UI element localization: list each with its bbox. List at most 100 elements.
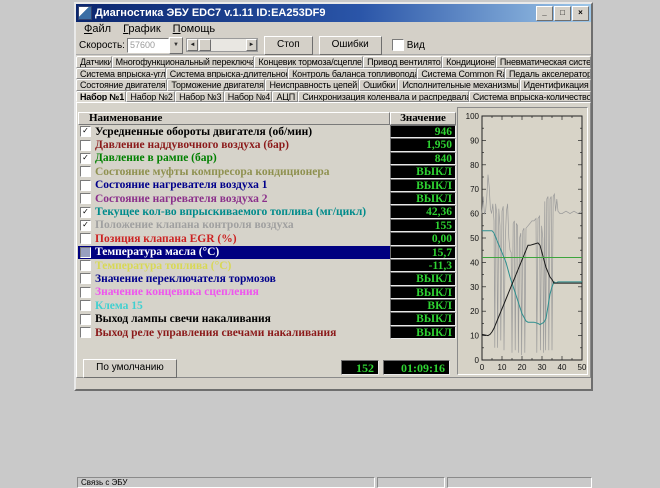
- row-checkbox[interactable]: ✓: [80, 220, 91, 231]
- tab-errors[interactable]: Ошибки: [359, 79, 398, 91]
- row-checkbox[interactable]: ✓: [80, 153, 91, 164]
- tab-datchiki[interactable]: Датчики: [76, 56, 112, 68]
- row-label-area[interactable]: Состояние нагревателя воздуха 1: [78, 179, 390, 192]
- table-row[interactable]: Температура масла (°C)15,7: [78, 246, 456, 259]
- row-label-area[interactable]: ✓Текущее кол-во впрыскиваемого топлива (…: [78, 205, 390, 218]
- tab-set-3[interactable]: Набор №3: [175, 91, 224, 103]
- tab-fuel-balance-control[interactable]: Контроль баланса топливоподачи: [288, 68, 417, 80]
- speed-label: Скорость:: [79, 40, 125, 51]
- tab-set-2[interactable]: Набор №2: [126, 91, 175, 103]
- tab-identification[interactable]: Идентификация: [520, 79, 591, 91]
- row-label-area[interactable]: ✓Усредненные обороты двигателя (об/мин): [78, 125, 390, 138]
- tab-injection-duration[interactable]: Система впрыска-длительность: [166, 68, 288, 80]
- tab-multifunction-switch[interactable]: Многофункциональный переключатель: [112, 56, 255, 68]
- row-checkbox[interactable]: [80, 140, 91, 151]
- menu-file[interactable]: Файл: [78, 23, 117, 36]
- tab-circuit-fault[interactable]: Неисправность цепей: [265, 79, 359, 91]
- tab-crank-cam-sync[interactable]: Синхронизация коленвала и распредвала: [298, 91, 469, 103]
- row-label: Клема 15: [95, 300, 143, 312]
- table-row[interactable]: Позиция клапана EGR (%)0,00: [78, 232, 456, 245]
- scrollbar-track[interactable]: [211, 39, 246, 51]
- row-label-area[interactable]: Давление наддувочного воздуха (бар): [78, 138, 390, 151]
- tab-engine-braking[interactable]: Торможение двигателя: [167, 79, 265, 91]
- row-checkbox[interactable]: [80, 300, 91, 311]
- row-label-area[interactable]: Состояние нагревателя воздуха 2: [78, 192, 390, 205]
- tab-adc[interactable]: АЦП: [272, 91, 298, 103]
- row-checkbox[interactable]: [80, 233, 91, 244]
- row-checkbox[interactable]: [80, 327, 91, 338]
- svg-text:60: 60: [470, 210, 479, 219]
- row-checkbox[interactable]: [80, 260, 91, 271]
- default-button[interactable]: По умолчанию: [83, 359, 177, 378]
- tab-set-4[interactable]: Набор №4: [224, 91, 273, 103]
- row-label-area[interactable]: ✓Положение клапана контроля воздуха: [78, 219, 390, 232]
- view-checkbox[interactable]: Вид: [392, 39, 425, 51]
- window-title: Диагностика ЭБУ EDC7 v.1.11 ID:EA253DF9: [95, 7, 535, 19]
- row-checkbox[interactable]: [80, 273, 91, 284]
- row-label-area[interactable]: Выход лампы свечи накаливания: [78, 312, 390, 325]
- row-label-area[interactable]: Значение переключателя тормозов: [78, 272, 390, 285]
- stop-button[interactable]: Стоп: [264, 36, 313, 55]
- row-label-area[interactable]: ✓Давление в рампе (бар): [78, 152, 390, 165]
- table-row[interactable]: Выход лампы свечи накаливанияВЫКЛ: [78, 312, 456, 325]
- table-row[interactable]: ✓Текущее кол-во впрыскиваемого топлива (…: [78, 205, 456, 218]
- table-row[interactable]: Температура топлива (°C)-11,3: [78, 259, 456, 272]
- row-label-area[interactable]: Температура топлива (°C): [78, 259, 390, 272]
- table-row[interactable]: Состояние муфты компресора кондиционераВ…: [78, 165, 456, 178]
- table-row[interactable]: Состояние нагревателя воздуха 2ВЫКЛ: [78, 192, 456, 205]
- table-row[interactable]: ✓Усредненные обороты двигателя (об/мин)9…: [78, 125, 456, 138]
- menu-graph[interactable]: График: [117, 23, 167, 36]
- title-bar[interactable]: Диагностика ЭБУ EDC7 v.1.11 ID:EA253DF9 …: [76, 4, 591, 22]
- row-label-area[interactable]: Позиция клапана EGR (%): [78, 232, 390, 245]
- tab-engine-state[interactable]: Состояние двигателя: [76, 79, 167, 91]
- speed-scrollbar[interactable]: ◄ ►: [186, 38, 258, 52]
- row-checkbox[interactable]: ✓: [80, 126, 91, 137]
- table-row[interactable]: Клема 15ВКЛ: [78, 299, 456, 312]
- tab-actuators[interactable]: Исполнительные механизмы: [398, 79, 519, 91]
- status-pane-2: [377, 477, 445, 488]
- scroll-right-icon[interactable]: ►: [246, 39, 257, 51]
- row-checkbox[interactable]: [80, 247, 91, 258]
- tab-injection-quantity[interactable]: Система впрыска-количество: [469, 91, 591, 103]
- row-label-area[interactable]: Состояние муфты компресора кондиционера: [78, 165, 390, 178]
- table-row[interactable]: Выход реле управления свечами накаливани…: [78, 326, 456, 339]
- row-label-area[interactable]: Клема 15: [78, 299, 390, 312]
- tab-injection-angles[interactable]: Система впрыска-углы: [76, 68, 166, 80]
- row-checkbox[interactable]: [80, 166, 91, 177]
- menu-help[interactable]: Помощь: [167, 23, 222, 36]
- row-checkbox[interactable]: [80, 314, 91, 325]
- scroll-left-icon[interactable]: ◄: [187, 39, 198, 51]
- row-checkbox[interactable]: ✓: [80, 207, 91, 218]
- row-label-area[interactable]: Значение концевика сцепления: [78, 286, 390, 299]
- tab-pneumatic-system[interactable]: Пневматическая система: [496, 56, 591, 68]
- row-label-area[interactable]: Температура масла (°C): [78, 246, 390, 259]
- tab-brake-clutch-switch[interactable]: Концевик тормоза/сцепления: [254, 56, 363, 68]
- table-row[interactable]: Значение переключателя тормозовВЫКЛ: [78, 272, 456, 285]
- row-checkbox[interactable]: [80, 180, 91, 191]
- tab-fan-drive[interactable]: Привод вентилятора: [363, 56, 442, 68]
- row-checkbox[interactable]: [80, 287, 91, 298]
- combobox-dropdown-icon[interactable]: ▼: [169, 37, 183, 54]
- tab-common-rail[interactable]: Система Common Rail: [417, 68, 505, 80]
- maximize-button[interactable]: □: [554, 6, 571, 21]
- svg-text:0: 0: [475, 356, 480, 365]
- errors-button[interactable]: Ошибки: [319, 36, 382, 55]
- tab-accelerator-pedal[interactable]: Педаль акселератора: [505, 68, 591, 80]
- table-row[interactable]: ✓Положение клапана контроля воздуха155: [78, 219, 456, 232]
- tab-air-conditioner[interactable]: Кондиционер: [442, 56, 496, 68]
- row-value: ВЫКЛ: [390, 326, 456, 339]
- view-checkbox-box[interactable]: [392, 39, 404, 51]
- table-row[interactable]: ✓Давление в рампе (бар)840: [78, 152, 456, 165]
- speed-combobox[interactable]: 57600: [127, 38, 169, 53]
- svg-text:50: 50: [470, 234, 479, 243]
- close-button[interactable]: ×: [572, 6, 589, 21]
- table-row[interactable]: Давление наддувочного воздуха (бар)1,950: [78, 138, 456, 151]
- minimize-button[interactable]: _: [536, 6, 553, 21]
- tab-set-1[interactable]: Набор №1: [76, 91, 126, 103]
- scrollbar-thumb[interactable]: [199, 39, 211, 51]
- table-row[interactable]: Значение концевика сцепленияВЫКЛ: [78, 286, 456, 299]
- table-row[interactable]: Состояние нагревателя воздуха 1ВЫКЛ: [78, 179, 456, 192]
- row-checkbox[interactable]: [80, 193, 91, 204]
- tab-row-3: Состояние двигателя Торможение двигателя…: [76, 79, 591, 91]
- row-label-area[interactable]: Выход реле управления свечами накаливани…: [78, 326, 390, 339]
